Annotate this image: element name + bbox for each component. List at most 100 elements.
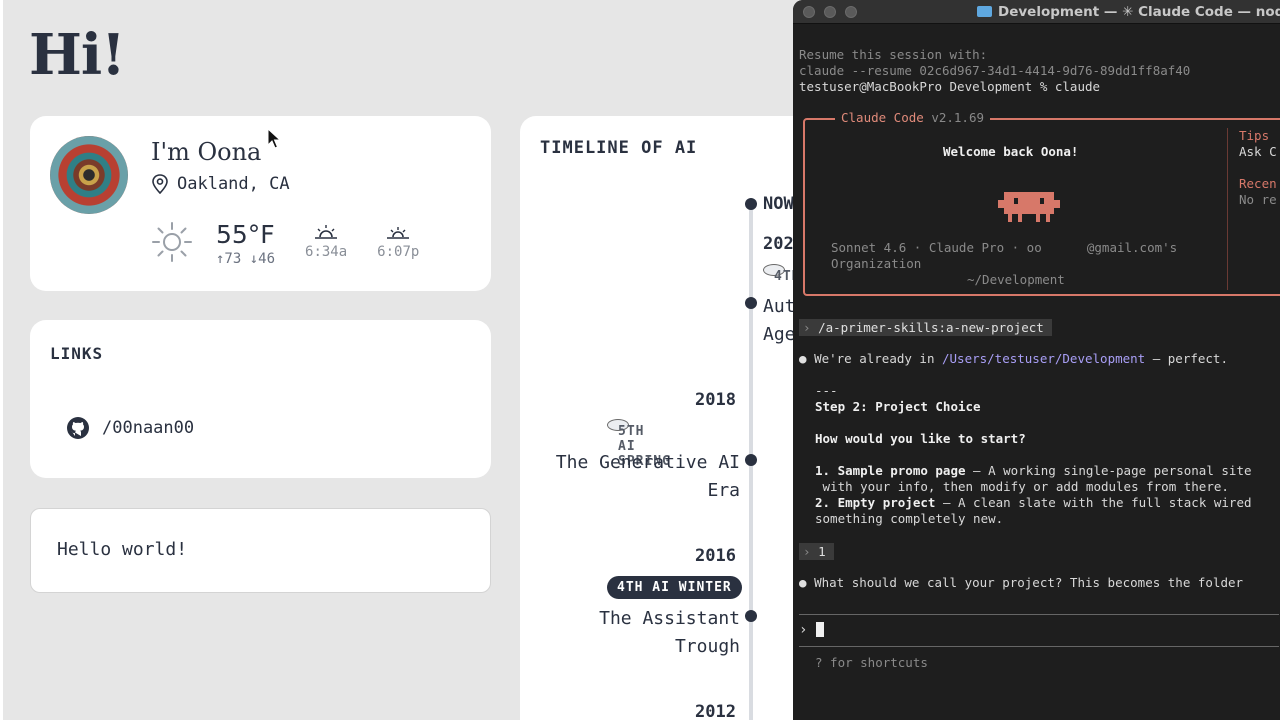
welcome-box: Claude Code v2.1.69 Welcome back Oona! S… [803,110,1280,296]
temperature-block: 55°F ↑73 ↓46 [216,220,275,267]
timeline-year-2018: 2018 [695,390,736,410]
command-text: /a-primer-skills:a-new-project [818,320,1044,335]
location: Oakland, CA [151,174,290,194]
timeline-card: TIMELINE OF AI NOW 202 4TH Aut Age 2018 … [520,116,820,720]
claude-robot-icon [998,192,1060,222]
option-1-text: — A working single-page personal site [965,463,1252,478]
option-1-cont: with your info, then modify or add modul… [815,479,1229,494]
timeline-entry-2018-line1: The Generative AI [555,452,740,473]
answer-text: 1 [818,544,826,559]
chevron-right-icon: › [803,544,819,559]
recent-title: Recen [1239,176,1277,191]
input-prompt[interactable]: › [799,622,824,638]
github-handle: /00naan00 [102,418,195,438]
timeline-dot-2018 [745,454,757,466]
timeline-year-partial: 202 [763,234,794,254]
sunrise-icon [315,225,338,239]
user-answer: › 1 [799,543,834,560]
tips-text: Ask C [1239,144,1277,159]
links-card: LINKS /00naan00 [30,320,491,478]
prompt-chevron: › [799,622,808,638]
sunset-time: 6:07p [377,244,420,260]
app-name: Claude Code [841,110,924,125]
chevron-right-icon: › [803,320,819,335]
plan-line-2: Organization [831,256,922,271]
github-icon [67,417,89,439]
close-window-button[interactable] [803,6,815,18]
minimize-window-button[interactable] [824,6,836,18]
zoom-window-button[interactable] [845,6,857,18]
timeline-dot-2016 [745,610,757,622]
profile-card: I'm Oona Oakland, CA 55°F ↑73 ↓46 6:34a … [30,116,491,291]
option-2: 2. Empty project — A clean slate with th… [815,495,1252,510]
terminal-titlebar[interactable]: Development — ✳ Claude Code — node [793,0,1280,24]
shortcuts-hint: ? for shortcuts [815,655,928,670]
timeline-entry-2018-line2: Era [707,480,740,501]
window-controls [803,6,857,18]
option-2-text: — A clean slate with the full stack wire… [935,495,1252,510]
question-line: How would you like to start? [815,431,1026,446]
sunrise-time: 6:34a [305,244,348,260]
message-2: ● What should we call your project? This… [799,575,1243,590]
option-1-label: 1. Sample promo page [815,463,966,478]
hello-input-card[interactable]: Hello world! [30,508,491,593]
timeline-badge-2016: 4TH AI WINTER [607,576,742,599]
box-label: Claude Code v2.1.69 [835,110,991,125]
welcome-message: Welcome back Oona! [943,144,1079,159]
sunset-block: 6:07p [377,220,419,260]
shell-prompt-line: testuser@MacBookPro Development % claude [799,79,1101,94]
mouse-cursor-icon [267,128,281,149]
timeline-badge-partial: 4TH [763,264,799,284]
greeting-heading: Hi! [29,22,126,88]
window-title-text: Development — ✳ Claude Code — node [998,4,1280,20]
profile-name: I'm Oona [151,138,262,166]
timeline-title: TIMELINE OF AI [540,138,698,158]
links-title: LINKS [50,344,104,363]
timeline-badge-2018: 5TH AI SPRING [607,419,670,469]
input-separator-top [799,614,1279,615]
window-title: Development — ✳ Claude Code — node [977,4,1280,20]
user-command: › /a-primer-skills:a-new-project [799,319,1052,336]
terminal-window[interactable]: Development — ✳ Claude Code — node Resum… [793,0,1280,720]
github-link[interactable]: /00naan00 [66,416,194,440]
folder-icon [977,6,992,17]
tips-title: Tips [1239,128,1270,143]
recent-text: No re [1239,192,1277,207]
website-page: Hi! I'm Oona Oakland, CA 55°F ↑73 ↓46 6:… [0,0,820,720]
sun-icon [152,222,192,262]
weather-widget: 55°F ↑73 ↓46 6:34a 6:07p [150,220,419,267]
timeline-entry-partial-2: Age [763,324,796,345]
hello-text: Hello world! [57,539,188,560]
message-1-path: /Users/testuser/Development [942,351,1146,366]
timeline-year-2016: 2016 [695,546,736,566]
box-divider [1227,128,1228,290]
sunset-icon [387,227,410,239]
cwd-line: ~/Development [967,272,1065,287]
sunrise-block: 6:34a [305,220,347,260]
message-1-suffix: — perfect. [1145,351,1228,366]
option-2-cont: something completely new. [815,511,1004,526]
option-2-label: 2. Empty project [815,495,936,510]
avatar [50,136,128,214]
high-low: ↑73 ↓46 [216,251,276,267]
timeline-entry-2016-line2: Trough [674,636,740,657]
timeline-year-2012: 2012 [695,702,736,720]
message-1: ● We're already in /Users/testuser/Devel… [799,351,1228,366]
timeline-entry-2016-line1: The Assistant [599,608,740,629]
message-2-text: What should we call your project? This b… [814,575,1244,590]
temperature: 55°F [216,220,275,249]
timeline-entry-partial-1: Aut [763,296,796,317]
option-1: 1. Sample promo page — A working single-… [815,463,1252,478]
text-cursor [815,622,824,637]
step-title: Step 2: Project Choice [815,399,981,414]
location-pin-icon [152,174,168,194]
timeline-dot-1 [745,297,757,309]
message-1-prefix: We're already in [814,351,942,366]
timeline-now-label: NOW [763,194,794,214]
app-version: v2.1.69 [931,110,985,125]
bullet-icon: ● [799,351,807,366]
location-text: Oakland, CA [177,174,290,194]
resume-line-2: claude --resume 02c6d967-34d1-4414-9d76-… [799,63,1191,78]
timeline-dot-now [745,198,757,210]
resume-line-1: Resume this session with: [799,47,988,62]
